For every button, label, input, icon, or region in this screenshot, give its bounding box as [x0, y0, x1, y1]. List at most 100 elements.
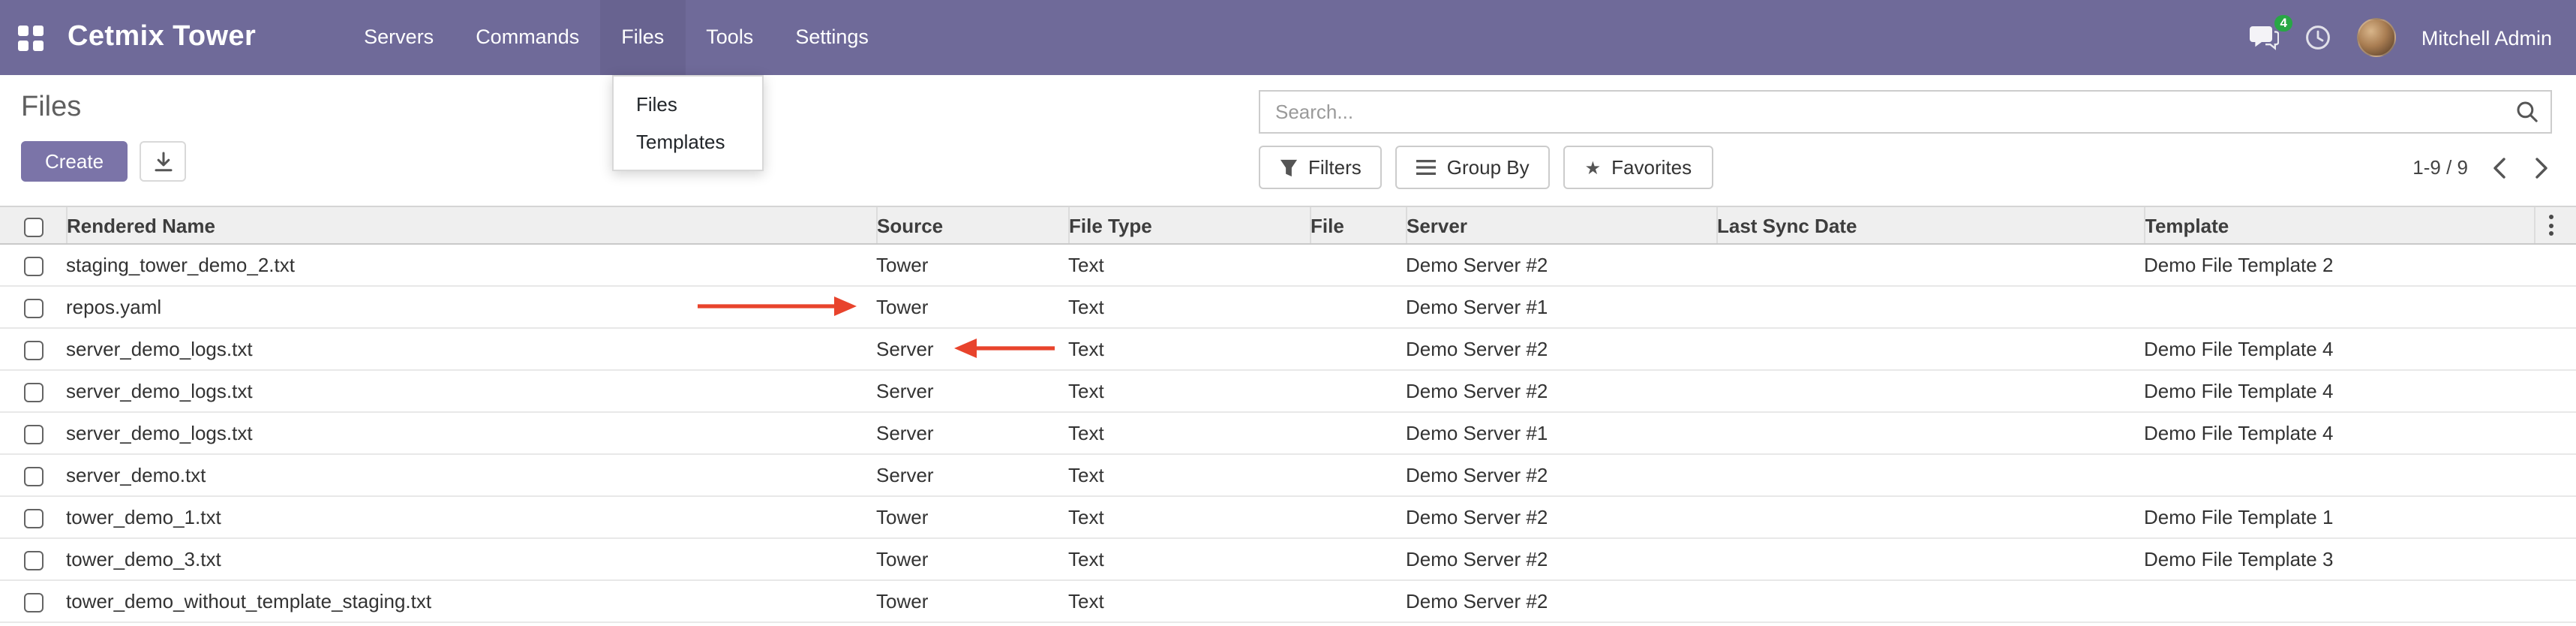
cell-file[interactable]: [1310, 454, 1406, 496]
cell-server[interactable]: Demo Server #2: [1406, 328, 1716, 370]
cell-server[interactable]: Demo Server #2: [1406, 496, 1716, 538]
table-row[interactable]: server_demo_logs.txtServerText Demo Serve…: [0, 412, 2576, 454]
cell-file-type[interactable]: Text: [1068, 412, 1310, 454]
cell-file[interactable]: [1310, 538, 1406, 580]
cell-file-type[interactable]: Text: [1068, 538, 1310, 580]
column-header-last-sync-date[interactable]: Last Sync Date: [1716, 206, 2144, 244]
apps-grid-icon[interactable]: [18, 25, 44, 50]
table-row[interactable]: staging_tower_demo_2.txtTowerText Demo Se…: [0, 244, 2576, 286]
row-checkbox[interactable]: [24, 299, 44, 318]
cell-rendered-name[interactable]: server_demo_logs.txt: [66, 328, 876, 370]
cell-template[interactable]: Demo File Template 4: [2144, 328, 2534, 370]
cell-server[interactable]: Demo Server #2: [1406, 244, 1716, 286]
dropdown-item-templates[interactable]: Templates: [614, 123, 762, 161]
row-checkbox[interactable]: [24, 509, 44, 528]
cell-source[interactable]: Tower: [876, 244, 1068, 286]
user-name[interactable]: Mitchell Admin: [2421, 26, 2552, 49]
row-checkbox[interactable]: [24, 593, 44, 612]
column-header-file-type[interactable]: File Type: [1068, 206, 1310, 244]
column-header-template[interactable]: Template: [2144, 206, 2534, 244]
cell-file-type[interactable]: Text: [1068, 370, 1310, 412]
cell-last-sync-date[interactable]: [1716, 580, 2144, 622]
cell-last-sync-date[interactable]: [1716, 328, 2144, 370]
cell-source[interactable]: Server: [876, 412, 1068, 454]
cell-rendered-name[interactable]: tower_demo_1.txt: [66, 496, 876, 538]
table-row[interactable]: server_demo.txtServerTextDemo Server #2: [0, 454, 2576, 496]
cell-server[interactable]: Demo Server #2: [1406, 538, 1716, 580]
cell-file-type[interactable]: Text: [1068, 244, 1310, 286]
cell-server[interactable]: Demo Server #1: [1406, 286, 1716, 328]
cell-rendered-name[interactable]: server_demo_logs.txt: [66, 412, 876, 454]
cell-file[interactable]: [1310, 370, 1406, 412]
row-checkbox[interactable]: [24, 425, 44, 444]
dropdown-item-files[interactable]: Files: [614, 86, 762, 123]
export-download-button[interactable]: [140, 141, 186, 182]
select-all-checkbox[interactable]: [24, 217, 44, 236]
cell-file[interactable]: [1310, 580, 1406, 622]
cell-template[interactable]: Demo File Template 4: [2144, 412, 2534, 454]
search-icon[interactable]: [2516, 101, 2538, 123]
cell-source[interactable]: Tower: [876, 580, 1068, 622]
cell-source[interactable]: Tower: [876, 538, 1068, 580]
menu-tools[interactable]: Tools: [685, 0, 774, 75]
column-header-rendered-name[interactable]: Rendered Name: [66, 206, 876, 244]
cell-file-type[interactable]: Text: [1068, 286, 1310, 328]
cell-rendered-name[interactable]: staging_tower_demo_2.txt: [66, 244, 876, 286]
cell-template[interactable]: Demo File Template 4: [2144, 370, 2534, 412]
cell-file[interactable]: [1310, 244, 1406, 286]
cell-server[interactable]: Demo Server #2: [1406, 370, 1716, 412]
cell-file-type[interactable]: Text: [1068, 580, 1310, 622]
menu-files[interactable]: Files: [600, 0, 685, 75]
cell-last-sync-date[interactable]: [1716, 286, 2144, 328]
column-header-file[interactable]: File: [1310, 206, 1406, 244]
cell-template[interactable]: [2144, 454, 2534, 496]
cell-file[interactable]: [1310, 412, 1406, 454]
create-button[interactable]: Create: [21, 141, 128, 182]
row-checkbox[interactable]: [24, 257, 44, 276]
cell-last-sync-date[interactable]: [1716, 454, 2144, 496]
cell-file-type[interactable]: Text: [1068, 328, 1310, 370]
cell-last-sync-date[interactable]: [1716, 244, 2144, 286]
table-row[interactable]: tower_demo_1.txtTowerTextDemo Server #2D…: [0, 496, 2576, 538]
cell-file[interactable]: [1310, 328, 1406, 370]
cell-rendered-name[interactable]: server_demo.txt: [66, 454, 876, 496]
favorites-button[interactable]: ★ Favorites: [1564, 146, 1713, 189]
filters-button[interactable]: Filters: [1259, 146, 1383, 189]
app-title[interactable]: Cetmix Tower: [68, 21, 256, 54]
cell-last-sync-date[interactable]: [1716, 538, 2144, 580]
optional-columns-icon[interactable]: [2535, 215, 2567, 236]
search-input[interactable]: [1259, 90, 2552, 134]
table-row[interactable]: server_demo_logs.txtServerText Demo Serve…: [0, 370, 2576, 412]
cell-template[interactable]: Demo File Template 3: [2144, 538, 2534, 580]
menu-servers[interactable]: Servers: [343, 0, 455, 75]
cell-last-sync-date[interactable]: [1716, 370, 2144, 412]
menu-settings[interactable]: Settings: [774, 0, 890, 75]
cell-last-sync-date[interactable]: [1716, 496, 2144, 538]
cell-rendered-name[interactable]: repos.yaml: [66, 286, 876, 328]
cell-source[interactable]: Tower: [876, 496, 1068, 538]
cell-template[interactable]: Demo File Template 2: [2144, 244, 2534, 286]
cell-template[interactable]: [2144, 580, 2534, 622]
cell-server[interactable]: Demo Server #1: [1406, 412, 1716, 454]
pager-next-button[interactable]: [2531, 154, 2552, 181]
cell-rendered-name[interactable]: tower_demo_3.txt: [66, 538, 876, 580]
user-avatar[interactable]: [2357, 18, 2396, 57]
cell-file[interactable]: [1310, 286, 1406, 328]
cell-source[interactable]: Server: [876, 328, 1068, 370]
column-header-source[interactable]: Source: [876, 206, 1068, 244]
row-checkbox[interactable]: [24, 341, 44, 360]
cell-last-sync-date[interactable]: [1716, 412, 2144, 454]
row-checkbox[interactable]: [24, 467, 44, 486]
cell-server[interactable]: Demo Server #2: [1406, 580, 1716, 622]
table-row[interactable]: tower_demo_3.txtTowerText Demo Server #2 D…: [0, 538, 2576, 580]
menu-commands[interactable]: Commands: [455, 0, 600, 75]
cell-source[interactable]: Server: [876, 370, 1068, 412]
cell-file[interactable]: [1310, 496, 1406, 538]
table-row[interactable]: repos.yamlTowerTextDemo Server #1: [0, 286, 2576, 328]
table-row[interactable]: tower_demo_without_template_staging.txtT…: [0, 580, 2576, 622]
table-row[interactable]: server_demo_logs.txtServerText Demo Serve…: [0, 328, 2576, 370]
activities-clock-icon[interactable]: [2304, 24, 2331, 51]
group-by-button[interactable]: Group By: [1396, 146, 1551, 189]
cell-rendered-name[interactable]: server_demo_logs.txt: [66, 370, 876, 412]
cell-file-type[interactable]: Text: [1068, 496, 1310, 538]
